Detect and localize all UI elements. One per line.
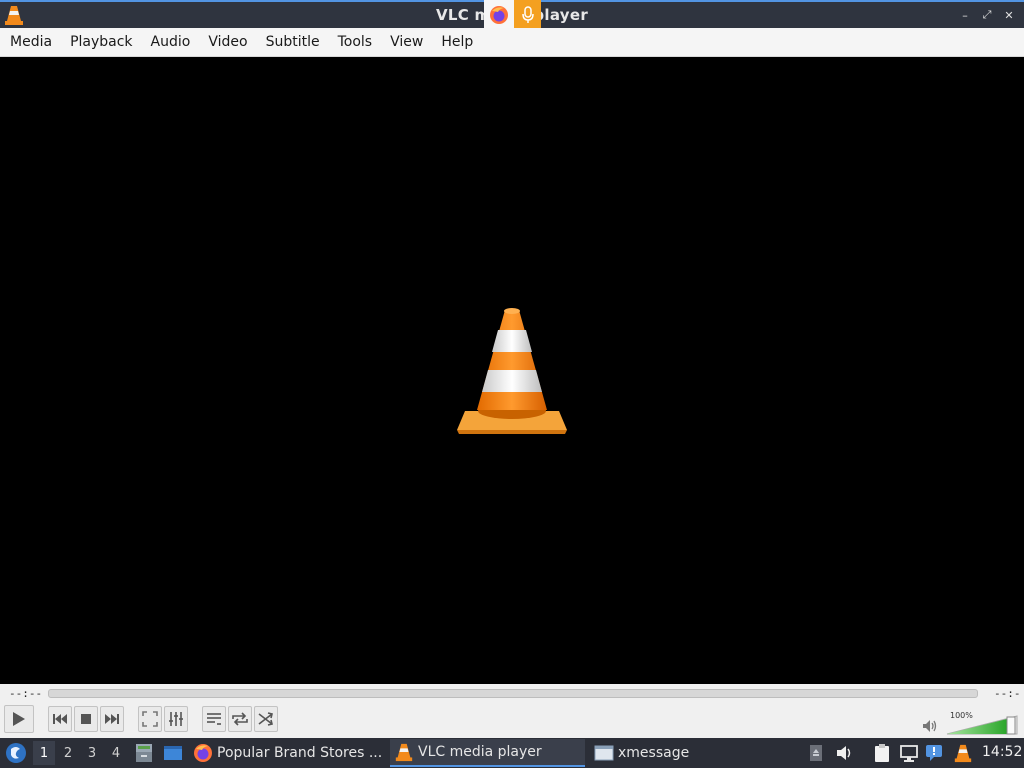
seek-slider[interactable]: [48, 689, 978, 698]
taskbar-item-label: xmessage: [618, 745, 690, 761]
network-icon[interactable]: [899, 743, 919, 763]
workspace-1[interactable]: 1: [33, 741, 55, 765]
taskbar-item-label: VLC media player: [418, 744, 542, 760]
loop-button[interactable]: [228, 706, 252, 732]
fullscreen-button[interactable]: [138, 706, 162, 732]
workspace-2[interactable]: 2: [57, 741, 79, 765]
extended-settings-button[interactable]: [164, 706, 188, 732]
firefox-icon[interactable]: [484, 0, 514, 30]
clipboard-icon[interactable]: [872, 743, 892, 763]
workspace-4[interactable]: 4: [105, 741, 127, 765]
next-button[interactable]: [100, 706, 124, 732]
menu-view[interactable]: View: [382, 34, 431, 50]
play-icon: [13, 712, 25, 726]
stop-icon: [81, 714, 91, 724]
taskbar-item-xmessage[interactable]: xmessage: [594, 739, 784, 767]
maximize-button[interactable]: ⤢: [978, 6, 996, 24]
workspace-3[interactable]: 3: [81, 741, 103, 765]
menu-audio[interactable]: Audio: [143, 34, 199, 50]
minimize-button[interactable]: –: [956, 6, 974, 24]
extended-settings-icon: [169, 712, 183, 726]
shuffle-button[interactable]: [254, 706, 278, 732]
tray-eject-icon[interactable]: [806, 743, 826, 763]
close-button[interactable]: ✕: [1000, 6, 1018, 24]
show-desktop-icon[interactable]: [162, 742, 184, 764]
screen-sharing-indicator[interactable]: [484, 0, 541, 30]
elapsed-time: --:--: [9, 687, 43, 700]
start-menu-icon[interactable]: [4, 741, 28, 765]
notification-icon[interactable]: [924, 743, 944, 763]
fullscreen-icon: [142, 711, 158, 727]
taskbar-item-label: Popular Brand Stores ...: [217, 745, 383, 761]
menu-help[interactable]: Help: [433, 34, 481, 50]
menubar: Media Playback Audio Video Subtitle Tool…: [0, 28, 1024, 57]
menu-subtitle[interactable]: Subtitle: [258, 34, 328, 50]
stop-button[interactable]: [74, 706, 98, 732]
menu-playback[interactable]: Playback: [62, 34, 140, 50]
clock[interactable]: 14:52: [982, 744, 1022, 760]
menu-media[interactable]: Media: [2, 34, 60, 50]
menu-tools[interactable]: Tools: [330, 34, 381, 50]
vlc-icon[interactable]: [953, 743, 973, 763]
loop-icon: [232, 712, 248, 726]
taskbar-item-vlc[interactable]: VLC media player: [390, 739, 585, 767]
taskbar: 1 2 3 4 Popular Brand Stores ... VLC med…: [0, 738, 1024, 768]
volume-icon[interactable]: [835, 743, 855, 763]
seek-row: --:-- --:--: [0, 684, 1024, 713]
volume-icon[interactable]: [922, 719, 938, 733]
playlist-button[interactable]: [202, 706, 226, 732]
volume-slider[interactable]: [945, 712, 1019, 736]
microphone-icon[interactable]: [514, 0, 541, 30]
file-manager-icon[interactable]: [133, 742, 155, 764]
shuffle-icon: [258, 712, 273, 726]
next-icon: [105, 714, 119, 724]
vlc-cone-logo: [457, 308, 567, 434]
video-area[interactable]: [0, 57, 1024, 684]
firefox-icon: [194, 744, 212, 762]
previous-button[interactable]: [48, 706, 72, 732]
window-icon: [594, 745, 614, 761]
menu-video[interactable]: Video: [200, 34, 255, 50]
taskbar-item-firefox[interactable]: Popular Brand Stores ...: [193, 739, 383, 767]
playback-controls: 100%: [0, 704, 1024, 738]
previous-icon: [53, 714, 67, 724]
playlist-icon: [207, 713, 221, 725]
vlc-icon: [395, 743, 413, 762]
play-button[interactable]: [4, 705, 34, 733]
